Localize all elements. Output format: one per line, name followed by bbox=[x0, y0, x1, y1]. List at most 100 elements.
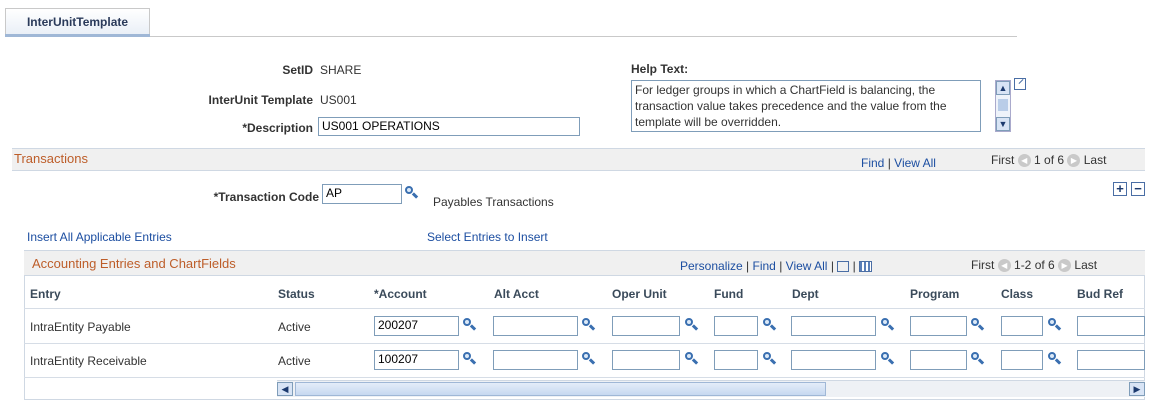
magnifier-icon[interactable] bbox=[581, 351, 596, 365]
right-arrow-icon[interactable]: ▶ bbox=[1067, 154, 1081, 168]
first-label: First bbox=[971, 258, 995, 272]
row1-oper-unit-field[interactable] bbox=[612, 316, 680, 336]
separator: | bbox=[779, 259, 783, 273]
tab-bar: InterUnitTemplate bbox=[5, 8, 1017, 37]
row2-dept-field[interactable] bbox=[791, 350, 876, 370]
magnifier-icon[interactable] bbox=[404, 185, 419, 199]
magnifier-icon[interactable] bbox=[970, 351, 985, 365]
transactions-title: Transactions bbox=[14, 151, 88, 166]
grid-pager: First ◀ 1-2 of 6 ▶ Last bbox=[971, 258, 1098, 273]
grid-range: 1-2 of 6 bbox=[1014, 258, 1055, 272]
left-arrow-icon[interactable]: ◀ bbox=[1017, 154, 1031, 168]
magnifier-icon[interactable] bbox=[684, 351, 699, 365]
column-alt-acct[interactable]: Alt Acct bbox=[494, 287, 539, 301]
row-divider bbox=[24, 343, 1145, 344]
transaction-code-label: *Transaction Code bbox=[213, 190, 319, 204]
row1-alt-acct-field[interactable] bbox=[493, 316, 578, 336]
setid-label: SetID bbox=[282, 63, 313, 77]
left-arrow-icon[interactable]: ◀ bbox=[997, 259, 1011, 273]
transactions-view-all-link[interactable]: View All bbox=[894, 156, 936, 170]
transactions-pager: First ◀ 1 of 6 ▶ Last bbox=[991, 153, 1107, 168]
magnifier-icon[interactable] bbox=[462, 351, 477, 365]
right-arrow-icon[interactable]: ▶ bbox=[1058, 259, 1072, 273]
magnifier-icon[interactable] bbox=[970, 317, 985, 331]
right-arrow-icon[interactable]: ▶ bbox=[1129, 382, 1145, 396]
minus-icon[interactable]: − bbox=[1131, 182, 1145, 196]
magnifier-icon[interactable] bbox=[880, 351, 895, 365]
grid-view-all-link[interactable]: View All bbox=[786, 259, 828, 273]
insert-all-entries-link[interactable]: Insert All Applicable Entries bbox=[27, 230, 172, 244]
plus-icon[interactable]: + bbox=[1113, 182, 1127, 196]
magnifier-icon[interactable] bbox=[581, 317, 596, 331]
row2-bud-ref-field[interactable] bbox=[1077, 350, 1145, 370]
magnifier-icon[interactable] bbox=[1047, 351, 1062, 365]
separator: | bbox=[830, 259, 834, 273]
column-program[interactable]: Program bbox=[910, 287, 959, 301]
row-divider bbox=[24, 308, 1145, 309]
row2-status: Active bbox=[278, 354, 311, 368]
expand-window-icon[interactable] bbox=[837, 261, 850, 273]
row2-entry: IntraEntity Receivable bbox=[30, 354, 147, 368]
description-label: *Description bbox=[242, 121, 313, 135]
row1-program-field[interactable] bbox=[910, 316, 967, 336]
separator: | bbox=[746, 259, 750, 273]
row1-dept-field[interactable] bbox=[791, 316, 876, 336]
first-label: First bbox=[991, 153, 1015, 167]
magnifier-icon[interactable] bbox=[1047, 317, 1062, 331]
scroll-thumb[interactable] bbox=[998, 99, 1008, 111]
help-text-label: Help Text: bbox=[631, 62, 689, 76]
scroll-down-icon[interactable]: ▼ bbox=[996, 117, 1010, 131]
personalize-link[interactable]: Personalize bbox=[680, 259, 743, 273]
magnifier-icon[interactable] bbox=[880, 317, 895, 331]
column-entry[interactable]: Entry bbox=[30, 287, 61, 301]
row1-class-field[interactable] bbox=[1001, 316, 1043, 336]
tab-active-indicator bbox=[5, 34, 150, 37]
separator: | bbox=[852, 259, 856, 273]
left-arrow-icon[interactable]: ◀ bbox=[277, 382, 293, 396]
select-entries-link[interactable]: Select Entries to Insert bbox=[427, 230, 548, 244]
scroll-up-icon[interactable]: ▲ bbox=[996, 81, 1010, 95]
row2-oper-unit-field[interactable] bbox=[612, 350, 680, 370]
setid-value: SHARE bbox=[320, 63, 362, 77]
magnifier-icon[interactable] bbox=[684, 317, 699, 331]
grid-find-link[interactable]: Find bbox=[753, 259, 776, 273]
column-bud-ref[interactable]: Bud Ref bbox=[1077, 287, 1123, 301]
row2-program-field[interactable] bbox=[910, 350, 967, 370]
row1-account-field[interactable]: 200207 bbox=[374, 316, 459, 336]
column-status[interactable]: Status bbox=[278, 287, 315, 301]
transaction-code-field[interactable]: AP bbox=[322, 184, 402, 204]
column-class[interactable]: Class bbox=[1001, 287, 1033, 301]
row1-fund-field[interactable] bbox=[714, 316, 758, 336]
grid-nav: Personalize | Find | View All | | bbox=[680, 259, 873, 273]
scroll-thumb[interactable] bbox=[295, 382, 826, 396]
magnifier-icon[interactable] bbox=[462, 317, 477, 331]
row2-fund-field[interactable] bbox=[714, 350, 758, 370]
grid-title: Accounting Entries and ChartFields bbox=[32, 256, 236, 271]
row2-alt-acct-field[interactable] bbox=[493, 350, 578, 370]
spreadsheet-icon[interactable] bbox=[859, 261, 873, 273]
transactions-header bbox=[12, 148, 1145, 171]
row-divider bbox=[24, 377, 1145, 378]
column-dept[interactable]: Dept bbox=[792, 287, 819, 301]
last-label: Last bbox=[1074, 258, 1098, 272]
row2-class-field[interactable] bbox=[1001, 350, 1043, 370]
expand-window-icon[interactable] bbox=[1014, 78, 1026, 90]
magnifier-icon[interactable] bbox=[762, 351, 777, 365]
transaction-code-description: Payables Transactions bbox=[433, 195, 554, 209]
transactions-find-link[interactable]: Find bbox=[861, 156, 884, 170]
help-text-scrollbar[interactable]: ▲ ▼ bbox=[995, 80, 1011, 132]
last-label: Last bbox=[1083, 153, 1107, 167]
magnifier-icon[interactable] bbox=[762, 317, 777, 331]
tab-interunit-template[interactable]: InterUnitTemplate bbox=[5, 8, 150, 36]
column-oper-unit[interactable]: Oper Unit bbox=[612, 287, 667, 301]
row1-status: Active bbox=[278, 320, 311, 334]
transactions-range: 1 of 6 bbox=[1034, 153, 1065, 167]
row1-bud-ref-field[interactable] bbox=[1077, 316, 1145, 336]
template-label: InterUnit Template bbox=[208, 93, 313, 107]
row2-account-field[interactable]: 100207 bbox=[374, 350, 459, 370]
description-field[interactable]: US001 OPERATIONS bbox=[318, 117, 580, 136]
column-fund[interactable]: Fund bbox=[714, 287, 743, 301]
column-account[interactable]: *Account bbox=[374, 287, 427, 301]
help-text-area[interactable]: For ledger groups in which a ChartField … bbox=[631, 80, 981, 132]
horizontal-scrollbar[interactable]: ◀ ▶ bbox=[277, 380, 1145, 397]
